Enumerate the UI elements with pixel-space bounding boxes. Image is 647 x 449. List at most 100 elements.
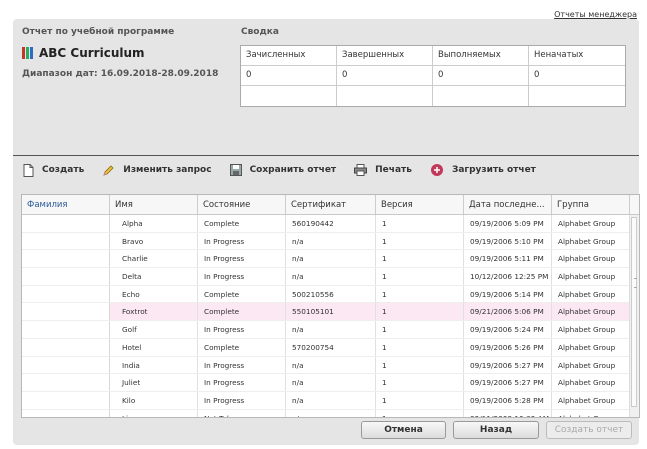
table-row[interactable]: LimaNot Takenn/a109/11/2008 10:39 AMAlph…: [22, 409, 639, 417]
results-grid: Фамилия Имя Состояние Сертификат Версия …: [21, 194, 640, 418]
create-button[interactable]: Создать: [23, 163, 84, 177]
cell-firstname: Bravo: [110, 232, 198, 250]
cell-lastname: [22, 338, 110, 356]
cell-group: Alphabet Group: [552, 391, 630, 409]
grid-scrollbar[interactable]: [629, 215, 639, 417]
table-row[interactable]: Echo Complete 500210556 1 09/19/2006 5:14 PM…: [22, 285, 639, 304]
cell-status: Complete: [198, 285, 286, 303]
table-row[interactable]: Hotel Complete 570200754 1 09/19/2006 5:26 P…: [22, 338, 639, 357]
table-row[interactable]: Bravo In Progress n/a 1 09/19/2006 5:10 PM Al…: [22, 232, 639, 251]
cell-firstname: Lima: [110, 409, 198, 417]
column-header-version[interactable]: Версия: [376, 195, 464, 214]
cell-certificate: n/a: [286, 356, 376, 374]
cell-certificate: 560190442: [286, 215, 376, 232]
scrollbar-thumb[interactable]: [631, 217, 637, 407]
cell-lastname: [22, 374, 110, 391]
printer-icon: [354, 164, 368, 176]
manager-reports-link[interactable]: Отчеты менеджера: [554, 10, 637, 19]
cell-status: In Progress: [198, 268, 286, 285]
cell-last-date: 09/21/2006 5:06 PM: [464, 303, 552, 321]
cell-lastname: [22, 250, 110, 268]
cell-certificate: n/a: [286, 250, 376, 268]
cell-last-date: 09/19/2006 5:26 PM: [464, 338, 552, 356]
cell-certificate: n/a: [286, 391, 376, 409]
column-header-certificate[interactable]: Сертификат: [286, 195, 376, 214]
cell-last-date: 10/12/2006 12:25 PM: [464, 268, 552, 285]
summary-header-notstarted: Неначатых: [529, 46, 625, 66]
column-header-last-date[interactable]: Дата последне...: [464, 195, 552, 214]
cell-version: 1: [376, 250, 464, 268]
edit-query-button[interactable]: Изменить запрос: [102, 164, 212, 177]
table-row[interactable]: Alpha Complete 560190442 1 09/19/2006 5:09 P…: [22, 215, 639, 233]
summary-title: Сводка: [241, 27, 279, 37]
cell-group: Alphabet Group: [552, 303, 630, 321]
cell-firstname: Golf: [110, 321, 198, 338]
cell-certificate: n/a: [286, 321, 376, 338]
summary-header-completed: Завершенных: [337, 46, 433, 66]
summary-value-inprogress: 0: [433, 66, 529, 86]
summary-header-inprogress: Выполняемых: [433, 46, 529, 66]
grid-header: Фамилия Имя Состояние Сертификат Версия …: [22, 195, 639, 215]
cell-last-date: 09/19/2006 5:14 PM: [464, 285, 552, 303]
cell-firstname: India: [110, 356, 198, 374]
cell-last-date: 09/19/2006 5:11 PM: [464, 250, 552, 268]
cell-version: 1: [376, 338, 464, 356]
cell-group: Alphabet Group: [552, 250, 630, 268]
cell-version: 1: [376, 356, 464, 374]
cell-last-date: 09/19/2006 5:27 PM: [464, 356, 552, 374]
table-row[interactable]: Golf In Progress n/a 1 09/19/2006 5:24 PM Alp…: [22, 321, 639, 339]
cell-group: Alphabet Group: [552, 338, 630, 356]
cell-firstname: Juliet: [110, 374, 198, 391]
print-label: Печать: [375, 165, 412, 175]
table-row[interactable]: Juliet In Progress n/a 1 09/19/2006 5:27 PM A…: [22, 374, 639, 392]
cell-last-date: 09/19/2006 5:09 PM: [464, 215, 552, 232]
cell-firstname: Echo: [110, 285, 198, 303]
cell-version: 1: [376, 232, 464, 250]
table-row[interactable]: Kilo In Progress n/a 1 09/19/2006 5:28 PM Alp…: [22, 391, 639, 410]
grid-body: Alpha Complete 560190442 1 09/19/2006 5:09 P…: [22, 215, 639, 417]
table-row[interactable]: Delta In Progress n/a 1 10/12/2006 12:25 PM A…: [22, 268, 639, 286]
load-report-label: Загрузить отчет: [451, 165, 536, 175]
report-panel: Отчет по учебной программе ABC Curriculu…: [13, 19, 640, 445]
cancel-button[interactable]: Отмена: [361, 421, 446, 439]
cell-version: 1: [376, 285, 464, 303]
load-report-button[interactable]: Загрузить отчет: [430, 163, 536, 177]
cell-certificate: 500210556: [286, 285, 376, 303]
cell-firstname: Charlie: [110, 250, 198, 268]
cell-firstname: Hotel: [110, 338, 198, 356]
cell-version: 1: [376, 374, 464, 391]
column-header-firstname[interactable]: Имя: [110, 195, 198, 214]
cell-certificate: 570200754: [286, 338, 376, 356]
column-header-lastname[interactable]: Фамилия: [22, 195, 110, 214]
cell-group: Alphabet Group: [552, 321, 630, 338]
cell-version: 1: [376, 215, 464, 232]
column-header-status[interactable]: Состояние: [198, 195, 286, 214]
cell-last-date: 09/19/2006 5:24 PM: [464, 321, 552, 338]
cell-status: Complete: [198, 303, 286, 321]
back-button[interactable]: Назад: [453, 421, 539, 439]
summary-value-notstarted: 0: [529, 66, 625, 86]
cell-lastname: [22, 356, 110, 374]
cell-certificate: n/a: [286, 374, 376, 391]
cell-status: Complete: [198, 215, 286, 232]
save-report-label: Сохранить отчет: [249, 165, 337, 175]
load-report-icon: [430, 164, 443, 176]
table-row[interactable]: India In Progress n/a 1 09/19/2006 5:27 PM Al…: [22, 356, 639, 375]
cell-group: Alphabet Group: [552, 409, 630, 417]
cell-version: 1: [376, 303, 464, 321]
cell-status: Not Taken: [198, 409, 286, 417]
cell-last-date: 09/19/2006 5:28 PM: [464, 391, 552, 409]
summary-table: Зачисленных Завершенных Выполняемых Нена…: [240, 45, 626, 107]
summary-value-completed: 0: [337, 66, 433, 86]
table-row[interactable]: Foxtrot Complete 550105101 1 09/21/2006 5:06…: [22, 303, 639, 322]
create-report-button[interactable]: Создать отчет: [546, 421, 632, 439]
cell-group: Alphabet Group: [552, 374, 630, 391]
new-document-icon: [23, 163, 34, 177]
cell-certificate: 550105101: [286, 303, 376, 321]
table-row[interactable]: Charlie In Progress n/a 1 09/19/2006 5:11 PM…: [22, 250, 639, 269]
save-report-button[interactable]: Сохранить отчет: [229, 164, 337, 176]
pencil-icon: [103, 164, 114, 176]
column-header-group[interactable]: Группа: [552, 195, 630, 214]
summary-value-enrolled: 0: [241, 66, 337, 86]
print-button[interactable]: Печать: [354, 164, 412, 176]
